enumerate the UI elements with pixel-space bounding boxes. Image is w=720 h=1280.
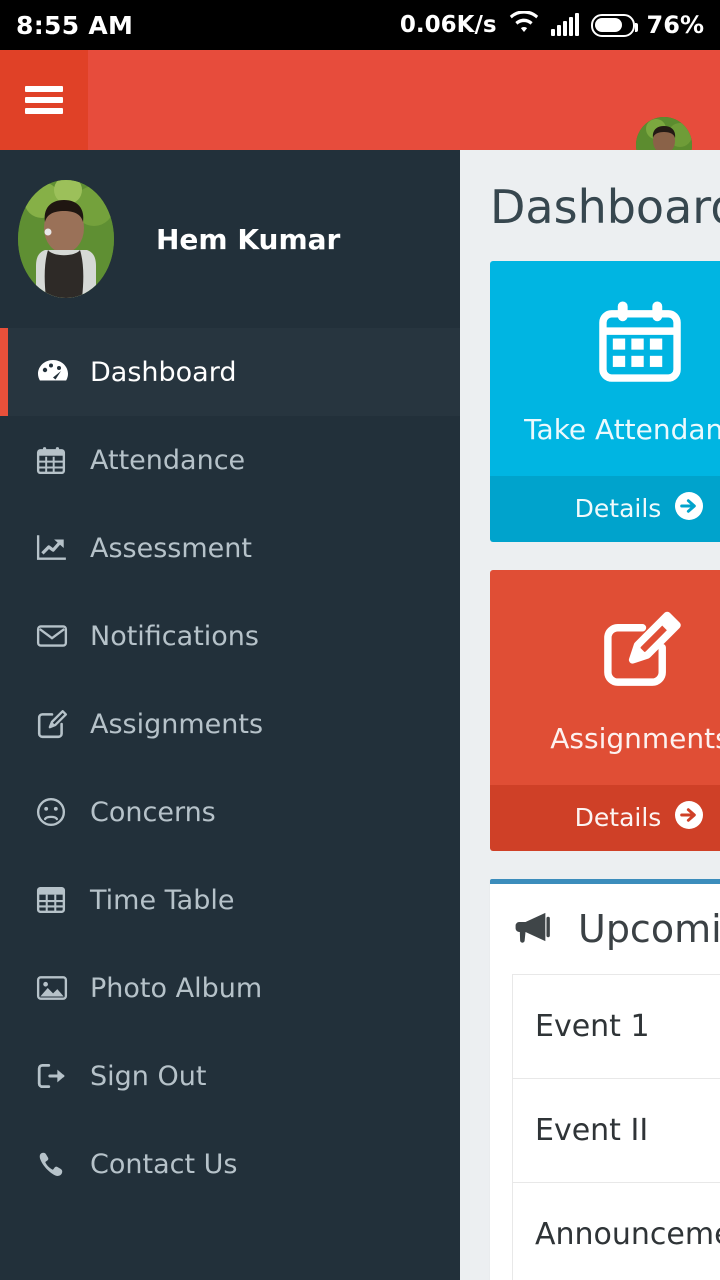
calendar-icon bbox=[490, 295, 720, 387]
drawer-nav-list: Dashboard Attendance Assessment Notifica… bbox=[0, 328, 460, 1208]
drawer-user-name: Hem Kumar bbox=[156, 222, 341, 256]
drawer-user-avatar[interactable] bbox=[18, 180, 114, 298]
frown-face-icon bbox=[36, 797, 78, 827]
list-item[interactable]: Event II bbox=[512, 1077, 720, 1182]
app-bar bbox=[0, 50, 720, 173]
pencil-square-icon bbox=[490, 604, 720, 696]
navigation-drawer: Hem Kumar Dashboard Attendance Assessmen… bbox=[0, 150, 460, 1280]
card-details-label: Details bbox=[574, 494, 662, 524]
battery-percent-text: 76% bbox=[646, 11, 704, 39]
card-body: Take Attendance bbox=[490, 260, 720, 476]
card-assignments[interactable]: Assignments Details bbox=[490, 569, 720, 851]
hamburger-menu-icon bbox=[25, 81, 63, 119]
sidebar-item-label: Concerns bbox=[90, 796, 216, 828]
sidebar-item-label: Photo Album bbox=[90, 972, 263, 1004]
sidebar-item-dashboard[interactable]: Dashboard bbox=[0, 328, 460, 416]
drawer-header: Hem Kumar bbox=[0, 150, 460, 328]
sidebar-item-label: Assessment bbox=[90, 532, 252, 564]
main-content: Dashboard Take Attendan Details Assignme… bbox=[460, 150, 720, 1280]
battery-icon bbox=[590, 13, 638, 37]
sidebar-item-sign-out[interactable]: Sign Out bbox=[0, 1032, 460, 1120]
panel-header: Upcoming bbox=[490, 884, 720, 974]
image-icon bbox=[36, 974, 78, 1002]
sidebar-item-attendance[interactable]: Attendance bbox=[0, 416, 460, 504]
table-grid-icon bbox=[36, 886, 78, 914]
panel-list: Event 1 Event II Announcements bbox=[490, 973, 720, 1280]
card-details-label: Details bbox=[574, 803, 662, 833]
chart-line-icon bbox=[36, 533, 78, 563]
envelope-icon bbox=[36, 623, 78, 649]
sidebar-item-label: Attendance bbox=[90, 444, 246, 476]
sidebar-item-assessment[interactable]: Assessment bbox=[0, 504, 460, 592]
card-label: Assignments bbox=[550, 721, 720, 755]
phone-icon bbox=[36, 1150, 78, 1178]
network-speed-text: 0.06K/s bbox=[399, 12, 497, 38]
sidebar-item-time-table[interactable]: Time Table bbox=[0, 856, 460, 944]
app-screen: 8:55 AM 0.06K/s 76% Hem Kumar Dashboard … bbox=[0, 0, 720, 1280]
sidebar-item-assignments[interactable]: Assignments bbox=[0, 680, 460, 768]
sidebar-item-concerns[interactable]: Concerns bbox=[0, 768, 460, 856]
card-take-attendance[interactable]: Take Attendance Details bbox=[490, 260, 720, 542]
sidebar-item-notifications[interactable]: Notifications bbox=[0, 592, 460, 680]
status-bar: 8:55 AM 0.06K/s 76% bbox=[0, 0, 720, 50]
signal-bars-icon bbox=[550, 13, 579, 36]
sidebar-item-photo-album[interactable]: Photo Album bbox=[0, 944, 460, 1032]
arrow-circle-right-icon bbox=[673, 490, 705, 528]
hamburger-menu-button[interactable] bbox=[0, 50, 88, 150]
sidebar-item-contact-us[interactable]: Contact Us bbox=[0, 1120, 460, 1208]
sidebar-item-label: Time Table bbox=[90, 884, 235, 916]
upcoming-panel: Upcoming Event 1 Event II Announcements bbox=[490, 878, 720, 1280]
card-details-button[interactable]: Details bbox=[490, 784, 720, 851]
calendar-icon bbox=[36, 445, 78, 475]
sidebar-item-label: Sign Out bbox=[90, 1060, 207, 1092]
card-details-button[interactable]: Details bbox=[490, 475, 720, 542]
sidebar-item-label: Dashboard bbox=[90, 356, 237, 388]
wifi-icon bbox=[509, 10, 539, 39]
list-item[interactable]: Announcements bbox=[512, 1181, 720, 1280]
sidebar-item-label: Assignments bbox=[90, 708, 264, 740]
card-label: Take Attendance bbox=[524, 412, 720, 446]
status-indicators: 0.06K/s 76% bbox=[399, 10, 704, 39]
status-time: 8:55 AM bbox=[16, 10, 134, 40]
card-body: Assignments bbox=[490, 569, 720, 785]
list-item[interactable]: Event 1 bbox=[512, 973, 720, 1078]
sidebar-item-label: Contact Us bbox=[90, 1148, 238, 1180]
sidebar-item-label: Notifications bbox=[90, 620, 259, 652]
megaphone-icon bbox=[512, 910, 556, 948]
sign-out-icon bbox=[36, 1062, 78, 1090]
dashboard-icon bbox=[36, 357, 78, 387]
arrow-circle-right-icon bbox=[673, 799, 705, 837]
pencil-square-icon bbox=[36, 709, 78, 739]
panel-title: Upcoming bbox=[578, 906, 720, 951]
page-title: Dashboard bbox=[490, 180, 720, 234]
